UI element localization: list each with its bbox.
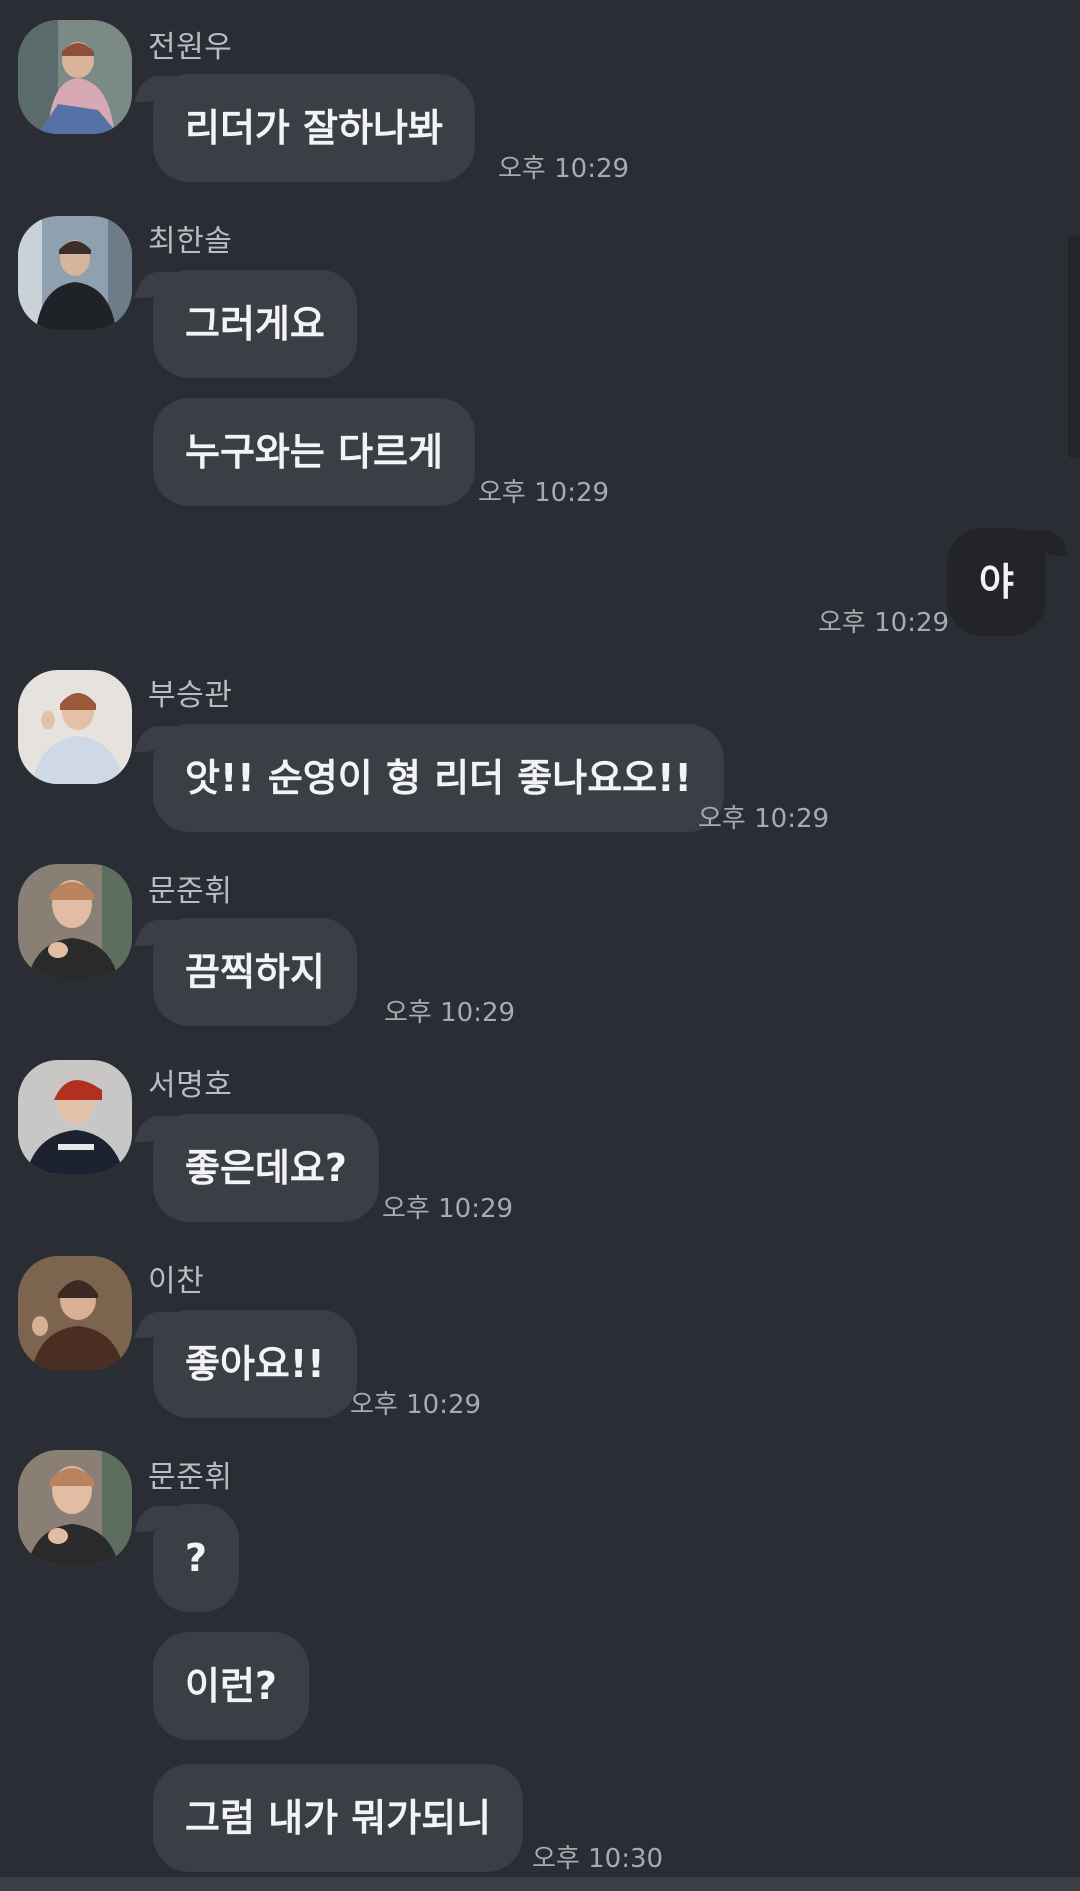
message-bubble[interactable]: 좋은데요? [153,1114,379,1222]
avatar[interactable] [18,864,132,978]
sender-name: 문준휘 [148,874,233,909]
message-time: 오후 10:29 [478,478,610,508]
message-time: 오후 10:29 [698,804,830,834]
message-time: 오후 10:29 [384,998,516,1028]
sender-name: 전원우 [148,30,233,65]
bottom-edge [0,1877,1080,1891]
message-time: 오후 10:29 [350,1390,482,1420]
avatar[interactable] [18,1256,132,1370]
sender-name: 최한솔 [148,224,233,259]
sender-name: 문준휘 [148,1460,233,1495]
message-bubble[interactable]: 좋아요!! [153,1310,357,1418]
sender-name: 이찬 [148,1264,205,1299]
message-bubble[interactable]: 리더가 잘하나봐 [153,74,475,182]
message-bubble[interactable]: 앗!! 순영이 형 리더 좋나요오!! [153,724,724,832]
avatar[interactable] [18,1450,132,1564]
message-time: 오후 10:29 [818,608,950,638]
my-message-bubble[interactable]: 야 [947,528,1046,636]
message-bubble[interactable]: 끔찍하지 [153,918,357,1026]
message-bubble[interactable]: 그럼 내가 뭐가되니 [153,1764,524,1872]
message-bubble[interactable]: ? [153,1504,240,1612]
message-bubble[interactable]: 이런? [153,1632,309,1740]
sender-name: 부승관 [148,678,233,713]
avatar[interactable] [18,20,132,134]
message-bubble[interactable]: 그러게요 [153,270,357,378]
message-bubble[interactable]: 누구와는 다르게 [153,398,475,506]
avatar[interactable] [18,216,132,330]
message-time: 오후 10:30 [532,1844,664,1874]
sender-name: 서명호 [148,1068,233,1103]
scrollbar[interactable] [1068,236,1080,458]
message-time: 오후 10:29 [382,1194,514,1224]
avatar[interactable] [18,670,132,784]
message-time: 오후 10:29 [498,154,630,184]
chat-message-list[interactable]: 전원우 리더가 잘하나봐 오후 10:29 최한솔 그러게요 누구와는 다르게 … [0,0,1080,1891]
avatar[interactable] [18,1060,132,1174]
